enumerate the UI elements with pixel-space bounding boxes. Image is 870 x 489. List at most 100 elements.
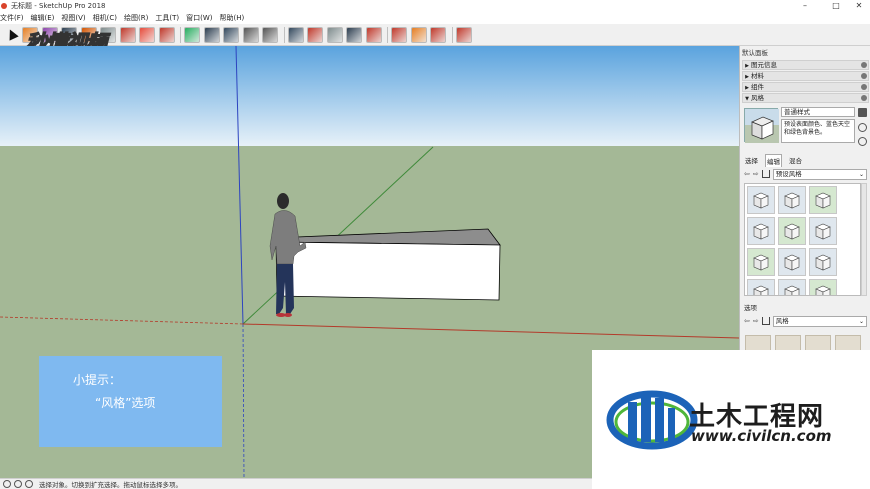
style-thumbnail[interactable] xyxy=(835,335,861,351)
scale-tool-icon[interactable] xyxy=(184,27,200,43)
axes-tool-icon[interactable] xyxy=(262,27,278,43)
tab-select[interactable]: 选择 xyxy=(744,154,759,167)
offset-tool-icon[interactable] xyxy=(203,27,220,43)
expand-triangle-icon: ▶ xyxy=(745,74,749,80)
close-section-icon[interactable] xyxy=(861,62,867,68)
box-front-face xyxy=(275,241,501,301)
toolbar-separator xyxy=(451,27,453,43)
style-thumbnail[interactable] xyxy=(805,335,831,351)
collection-nav-row: ⇦ ⇨ 预设风格 ⌄ xyxy=(744,168,867,180)
menu-bar: 文件(F) 编辑(E) 视图(V) 相机(C) 绘图(R) 工具(T) 窗口(W… xyxy=(0,11,870,24)
credits-icon[interactable] xyxy=(14,480,22,488)
style-name-field[interactable]: 普通样式 xyxy=(781,107,855,117)
close-section-icon[interactable] xyxy=(861,73,867,79)
chevron-down-icon: ⌄ xyxy=(858,317,864,325)
style-thumbnail[interactable] xyxy=(747,186,775,214)
style-thumbnail[interactable] xyxy=(747,217,775,245)
menu-view[interactable]: 视图(V) xyxy=(61,13,85,23)
main-toolbar xyxy=(0,24,870,46)
close-button[interactable]: ✕ xyxy=(846,0,870,11)
menu-camera[interactable]: 相机(C) xyxy=(93,13,117,23)
expand-triangle-icon: ▶ xyxy=(745,63,749,69)
menu-draw[interactable]: 绘图(R) xyxy=(124,13,148,23)
tape-measure-tool-icon[interactable] xyxy=(223,27,239,43)
section-components[interactable]: ▶ 组件 xyxy=(742,82,869,92)
style-thumbnail[interactable] xyxy=(778,248,806,276)
tab-edit[interactable]: 编辑 xyxy=(765,154,782,167)
site-logo-badge: 土木工程网 www.civilcn.com xyxy=(592,350,870,489)
rotate-tool-icon[interactable] xyxy=(158,27,175,43)
style-description-field[interactable]: 预设表面颜色、蓝色天空和绿色背景色。 xyxy=(781,119,855,143)
window-title: 无标题 - SketchUp Pro 2018 xyxy=(11,1,106,10)
chevron-down-icon: ⌄ xyxy=(858,170,864,178)
menu-tools[interactable]: 工具(T) xyxy=(155,13,179,23)
refresh-icon[interactable] xyxy=(858,137,867,146)
zoom-extents-tool-icon[interactable] xyxy=(365,27,382,43)
forward-arrow-icon[interactable]: ⇨ xyxy=(753,317,759,325)
section-materials[interactable]: ▶ 材料 xyxy=(742,71,869,81)
zoom-tool-icon[interactable] xyxy=(346,27,362,43)
tray-title: 默认面板 xyxy=(742,49,768,57)
style-thumbnail[interactable] xyxy=(745,335,771,351)
extension-warehouse-tool-icon[interactable] xyxy=(410,27,427,43)
select-tool-icon[interactable] xyxy=(2,27,18,43)
forward-arrow-icon[interactable]: ⇨ xyxy=(753,170,759,178)
style-thumbnail[interactable] xyxy=(809,186,837,214)
secondary-collection-select[interactable]: 风格 ⌄ xyxy=(772,315,867,327)
style-grid-scrollbar[interactable] xyxy=(861,183,867,296)
menu-window[interactable]: 窗口(W) xyxy=(186,13,212,23)
minimize-button[interactable]: – xyxy=(792,0,818,11)
geo-location-icon[interactable] xyxy=(3,480,11,488)
secondary-nav-row: ⇦ ⇨ 风格 ⌄ xyxy=(744,315,867,327)
orbit-tool-icon[interactable] xyxy=(307,27,323,43)
style-thumbnail-grid xyxy=(744,183,861,296)
style-thumbnail[interactable] xyxy=(809,279,837,295)
back-arrow-icon[interactable]: ⇦ xyxy=(744,317,750,325)
style-thumbnail[interactable] xyxy=(778,279,806,295)
sky xyxy=(0,46,739,146)
tip-title: 小提示： xyxy=(73,373,122,387)
tip-box: 小提示： “风格”选项 xyxy=(39,356,222,447)
pan-tool-icon[interactable] xyxy=(326,27,343,43)
toolbar-separator xyxy=(283,27,285,43)
home-icon[interactable] xyxy=(761,317,770,325)
back-arrow-icon[interactable]: ⇦ xyxy=(744,170,750,178)
help-icon[interactable] xyxy=(25,480,33,488)
send-to-layout-tool-icon[interactable] xyxy=(430,27,446,43)
3d-text-tool-icon[interactable] xyxy=(287,27,304,43)
title-bar: 无标题 - SketchUp Pro 2018 xyxy=(0,0,870,11)
close-section-icon[interactable] xyxy=(861,84,867,90)
section-entity-info[interactable]: ▶ 图元信息 xyxy=(742,60,869,70)
style-collection-select[interactable]: 预设风格 ⌄ xyxy=(772,168,867,180)
style-thumbnail[interactable] xyxy=(809,217,837,245)
section-styles[interactable]: ▼ 风格 xyxy=(742,93,869,103)
move-tool-icon[interactable] xyxy=(139,27,155,43)
close-section-icon[interactable] xyxy=(861,95,867,101)
style-preview-thumbnail xyxy=(744,108,779,143)
logo-url-text: www.civilcn.com xyxy=(691,427,832,445)
style-thumbnail[interactable] xyxy=(747,248,775,276)
style-tabs: 选择 编辑 混合 xyxy=(744,154,809,167)
toolbar-separator xyxy=(180,27,181,43)
ruby-tool-icon[interactable] xyxy=(455,27,472,43)
menu-file[interactable]: 文件(F) xyxy=(0,13,24,23)
style-thumbnail[interactable] xyxy=(747,279,775,295)
secondary-pane-label: 选项 xyxy=(744,304,757,312)
expand-triangle-icon: ▶ xyxy=(745,85,749,91)
push-pull-tool-icon[interactable] xyxy=(119,27,136,43)
tab-mix[interactable]: 混合 xyxy=(788,154,803,167)
menu-help[interactable]: 帮助(H) xyxy=(219,13,244,23)
warehouse-tool-icon[interactable] xyxy=(391,27,407,43)
toolbar-separator xyxy=(387,27,388,43)
style-thumbnail[interactable] xyxy=(778,186,806,214)
update-style-icon[interactable] xyxy=(858,108,867,117)
menu-edit[interactable]: 编辑(E) xyxy=(31,13,55,23)
create-style-icon[interactable] xyxy=(858,123,867,132)
home-icon[interactable] xyxy=(761,170,770,178)
style-thumbnail[interactable] xyxy=(809,248,837,276)
collapse-triangle-icon: ▼ xyxy=(745,96,749,102)
style-thumbnail[interactable] xyxy=(778,217,806,245)
text-tool-icon[interactable] xyxy=(242,27,259,43)
style-thumbnail[interactable] xyxy=(775,335,801,351)
status-hint-text: 选择对象。切换到扩充选择。拖动鼠标选择多项。 xyxy=(39,481,182,489)
